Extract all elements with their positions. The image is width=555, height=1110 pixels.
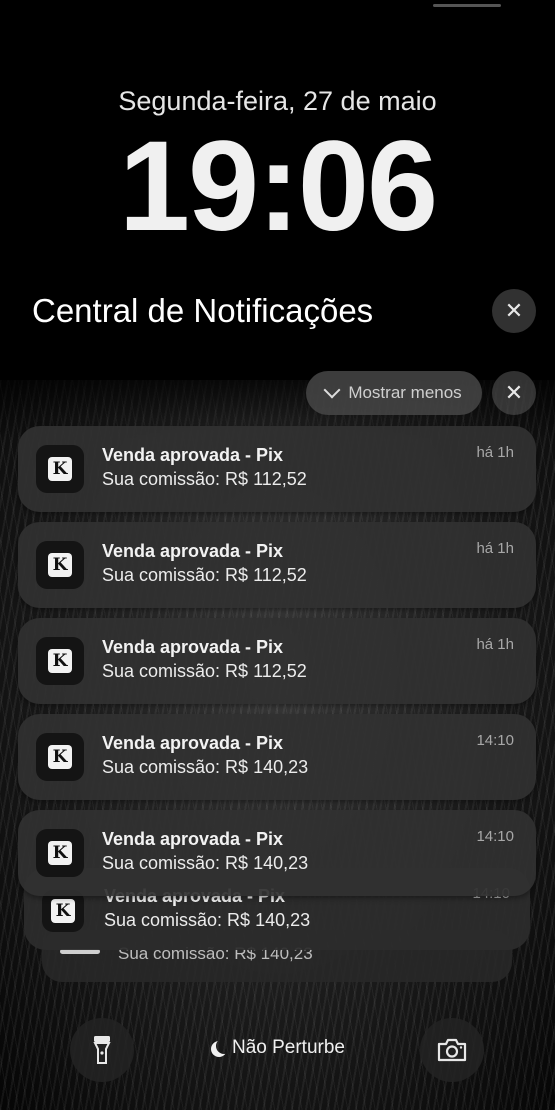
app-icon: K bbox=[36, 445, 84, 493]
camera-icon bbox=[437, 1038, 467, 1062]
k-logo-icon: K bbox=[48, 553, 72, 577]
notification-card[interactable]: K Venda aprovada - Pix Sua comissão: R$ … bbox=[18, 714, 536, 800]
k-logo-icon: K bbox=[48, 841, 72, 865]
notification-time: 14:10 bbox=[476, 732, 514, 749]
notification-title: Venda aprovada - Pix bbox=[102, 445, 284, 465]
notification-body: Sua comissão: R$ 140,23 bbox=[104, 910, 311, 930]
show-less-label: Mostrar menos bbox=[348, 383, 462, 402]
notification-time: há 1h bbox=[476, 636, 514, 653]
notification-card[interactable]: K Venda aprovada - Pix Sua comissão: R$ … bbox=[18, 426, 536, 512]
app-icon: K bbox=[36, 829, 84, 877]
notification-title: Venda aprovada - Pix bbox=[102, 733, 284, 753]
close-icon: ✕ bbox=[504, 298, 524, 323]
notification-card[interactable]: K Venda aprovada - Pix Sua comissão: R$ … bbox=[18, 810, 536, 896]
notification-body: Sua comissão: R$ 140,23 bbox=[102, 853, 309, 873]
notification-time: 14:10 bbox=[476, 828, 514, 845]
moon-icon bbox=[216, 1038, 232, 1054]
notification-body: Sua comissão: R$ 112,52 bbox=[102, 661, 307, 681]
notification-time: há 1h bbox=[476, 540, 514, 557]
notification-title: Venda aprovada - Pix bbox=[102, 637, 284, 657]
notification-body: Sua comissão: R$ 140,23 bbox=[102, 757, 309, 777]
app-icon: K bbox=[42, 890, 84, 932]
chevron-down-icon bbox=[323, 381, 341, 399]
status-indicator bbox=[433, 4, 501, 7]
show-less-button[interactable]: Mostrar menos bbox=[306, 371, 482, 415]
notification-time: há 1h bbox=[476, 444, 514, 461]
notification-body: Sua comissão: R$ 112,52 bbox=[102, 565, 307, 585]
k-logo-icon: K bbox=[48, 457, 72, 481]
lock-clock: 19:06 bbox=[118, 115, 438, 258]
focus-label: Não Perturbe bbox=[231, 1037, 345, 1058]
notification-card[interactable]: K Venda aprovada - Pix Sua comissão: R$ … bbox=[18, 522, 536, 608]
k-logo-icon: K bbox=[51, 899, 75, 923]
k-logo-icon: K bbox=[48, 649, 72, 673]
notification-center-title: Central de Notificações bbox=[32, 292, 374, 329]
notification-body: Sua comissão: R$ 112,52 bbox=[102, 469, 307, 489]
k-logo-icon: K bbox=[48, 745, 72, 769]
app-icon: K bbox=[36, 637, 84, 685]
lock-date: Segunda-feira, 27 de maio bbox=[118, 86, 437, 116]
app-icon: K bbox=[36, 733, 84, 781]
notification-title: Venda aprovada - Pix bbox=[102, 541, 284, 561]
notification-title: Venda aprovada - Pix bbox=[102, 829, 284, 849]
clear-group-button[interactable]: ✕ bbox=[492, 371, 536, 415]
clear-all-button[interactable]: ✕ bbox=[492, 289, 536, 333]
app-icon: K bbox=[36, 541, 84, 589]
close-icon: ✕ bbox=[504, 380, 524, 405]
notification-card[interactable]: K Venda aprovada - Pix Sua comissão: R$ … bbox=[18, 618, 536, 704]
camera-button[interactable] bbox=[420, 1018, 484, 1082]
